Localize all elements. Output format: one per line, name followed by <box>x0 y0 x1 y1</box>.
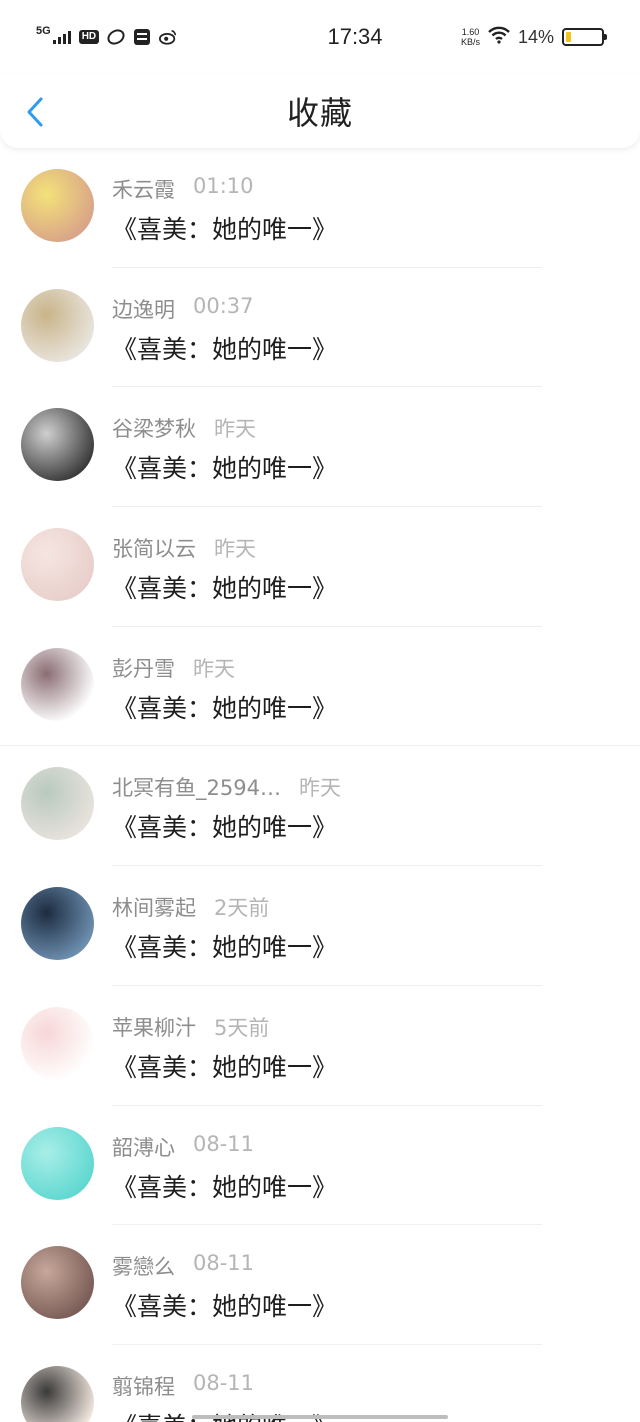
avatar[interactable] <box>21 1365 94 1422</box>
user-name[interactable]: 边逸明 <box>112 294 175 324</box>
item-title[interactable]: 《喜美：她的唯一》 <box>112 449 337 485</box>
avatar[interactable] <box>21 1006 94 1080</box>
item-meta: 禾云霞 01:10 <box>112 174 254 204</box>
timestamp: 01:10 <box>193 174 254 198</box>
header: 收藏 <box>0 74 640 148</box>
timestamp: 昨天 <box>298 776 341 801</box>
item-title[interactable]: 《喜美：她的唯一》 <box>112 330 337 366</box>
item-meta: 雾戀么 08-11 <box>112 1251 254 1281</box>
avatar[interactable] <box>21 1126 94 1200</box>
list-item[interactable]: 雾戀么 08-11 《喜美：她的唯一》 <box>0 1225 640 1345</box>
timestamp: 00:37 <box>193 293 254 318</box>
item-title[interactable]: 《喜美：她的唯一》 <box>112 569 337 605</box>
taobao-icon <box>133 28 151 46</box>
list-item[interactable]: 边逸明 00:37 《喜美：她的唯一》 <box>0 268 640 388</box>
list-item[interactable]: 彭丹雪 昨天《喜美：她的唯一》 <box>0 627 640 747</box>
item-title[interactable]: 《喜美：她的唯一》 <box>112 210 337 246</box>
signal-icon <box>52 30 71 44</box>
user-name[interactable]: 韶溥心 <box>112 1132 175 1162</box>
avatar[interactable] <box>21 887 94 961</box>
app-icon-1 <box>107 28 125 46</box>
avatar[interactable] <box>21 169 94 242</box>
home-indicator[interactable] <box>192 1415 448 1419</box>
list-item[interactable]: 北冥有鱼_2594… 昨天《喜美：她的唯一》 <box>0 746 640 867</box>
item-meta: 韶溥心 08-11 <box>112 1132 254 1162</box>
item-meta: 边逸明 00:37 <box>112 294 254 324</box>
status-bar: 5G HD 17:34 1.60 KB/s 14% <box>0 0 640 74</box>
item-meta: 林间雾起 2天前 <box>112 892 269 922</box>
timestamp: 昨天 <box>193 656 235 681</box>
user-name[interactable]: 林间雾起 <box>112 892 196 922</box>
avatar[interactable] <box>21 647 94 721</box>
item-title[interactable]: 《喜美：她的唯一》 <box>112 689 337 725</box>
list-item[interactable]: 翦锦程08-11《喜美：她的唯一》 <box>0 1345 640 1422</box>
list-item[interactable]: 林间雾起 2天前《喜美：她的唯一》 <box>0 866 640 986</box>
user-name[interactable]: 彭丹雪 <box>112 653 175 683</box>
battery-percent: 14% <box>517 26 554 47</box>
speed-unit: KB/s <box>460 37 480 47</box>
battery-level <box>566 32 571 42</box>
timestamp: 昨天 <box>214 537 256 562</box>
wifi-icon <box>488 26 510 49</box>
item-title[interactable]: 《喜美：她的唯一》 <box>112 1048 337 1084</box>
timestamp: 08-11 <box>193 1131 255 1156</box>
weibo-icon <box>159 28 177 46</box>
item-title[interactable]: 《喜美：她的唯一》 <box>112 808 337 844</box>
list-item[interactable]: 韶溥心 08-11 《喜美：她的唯一》 <box>0 1106 640 1226</box>
list-item[interactable]: 谷梁梦秋 昨天《喜美：她的唯一》 <box>0 387 640 508</box>
user-name[interactable]: 北冥有鱼_2594… <box>112 772 281 802</box>
item-meta: 彭丹雪 昨天 <box>112 653 235 683</box>
user-name[interactable]: 苹果柳汁 <box>112 1012 196 1042</box>
item-meta: 北冥有鱼_2594… 昨天 <box>112 772 341 802</box>
item-meta: 苹果柳汁 5天前 <box>112 1012 269 1042</box>
timestamp: 2天前 <box>214 896 270 921</box>
avatar[interactable] <box>21 408 94 482</box>
list-item[interactable]: 张简以云 昨天《喜美：她的唯一》 <box>0 507 640 627</box>
page-title: 收藏 <box>286 94 353 132</box>
list-item[interactable]: 苹果柳汁 5天前《喜美：她的唯一》 <box>0 986 640 1106</box>
user-name[interactable]: 雾戀么 <box>112 1251 175 1281</box>
battery-icon <box>562 28 607 46</box>
avatar[interactable] <box>21 288 94 362</box>
user-name[interactable]: 禾云霞 <box>112 174 175 204</box>
list-item[interactable]: 禾云霞 01:10 《喜美：她的唯一》 <box>0 148 640 268</box>
status-left: 5G HD <box>36 24 276 46</box>
timestamp: 昨天 <box>214 417 256 442</box>
network-speed: 1.60 KB/s <box>461 27 480 47</box>
network-type: 5G <box>36 24 51 37</box>
timestamp: 5天前 <box>214 1015 270 1040</box>
item-title[interactable]: 《喜美：她的唯一》 <box>112 1287 337 1323</box>
clock: 17:34 <box>327 24 383 49</box>
timestamp: 08-11 <box>193 1251 255 1276</box>
favorites-list: 禾云霞 01:10 《喜美：她的唯一》 边逸明 00:37 《喜美：她的唯一》 谷梁梦秋 昨天… <box>0 148 640 1422</box>
avatar[interactable] <box>21 528 94 602</box>
hd-icon: HD <box>78 30 100 44</box>
user-name[interactable]: 翦锦程 <box>112 1371 175 1401</box>
item-title[interactable]: 《喜美：她的唯一》 <box>112 928 337 964</box>
item-meta: 张简以云 昨天 <box>112 533 256 563</box>
timestamp: 08-11 <box>193 1370 255 1395</box>
avatar[interactable] <box>21 767 94 841</box>
item-meta: 翦锦程 08-11 <box>112 1371 254 1401</box>
user-name[interactable]: 谷梁梦秋 <box>112 413 196 443</box>
chevron-left-icon <box>27 97 43 127</box>
speed-value: 1.60 <box>461 27 480 37</box>
back-button[interactable] <box>20 92 50 132</box>
item-meta: 谷梁梦秋 昨天 <box>112 413 256 443</box>
status-right: 1.60 KB/s 14% <box>454 26 607 49</box>
avatar[interactable] <box>21 1246 94 1320</box>
item-title[interactable]: 《喜美：她的唯一》 <box>112 1168 337 1204</box>
user-name[interactable]: 张简以云 <box>112 533 196 563</box>
